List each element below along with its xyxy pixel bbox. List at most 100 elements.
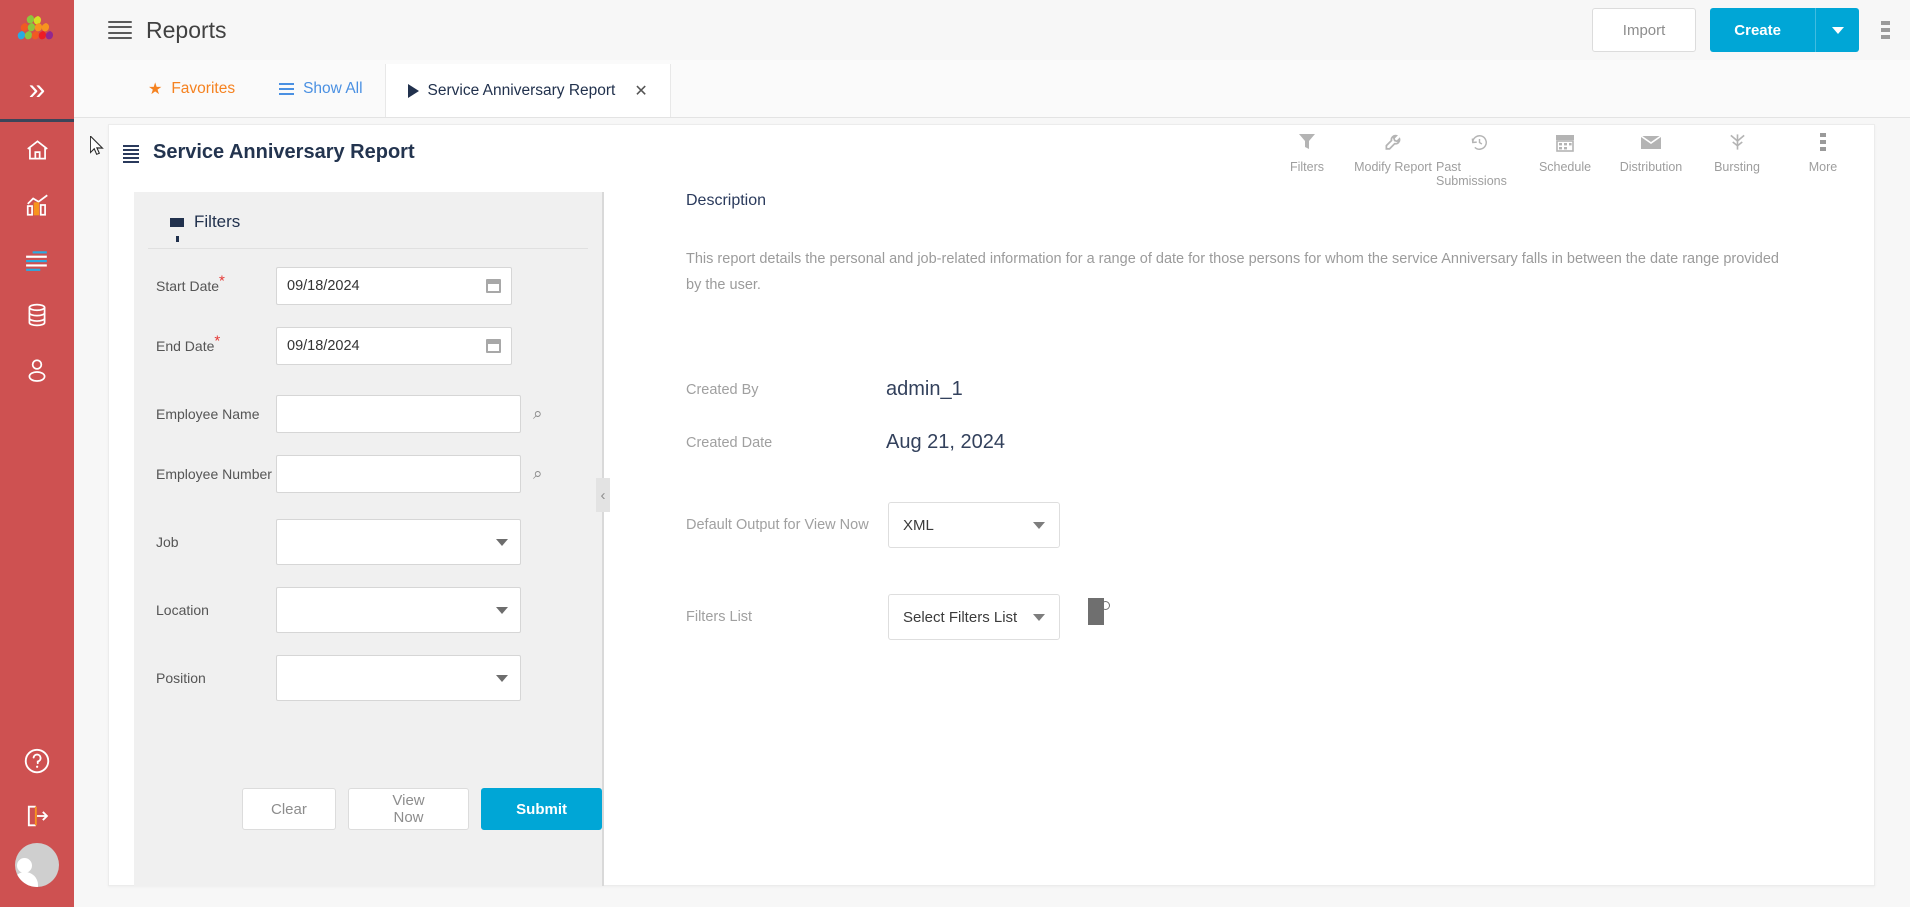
sidebar-item-home[interactable] xyxy=(0,122,74,177)
report-detail-pane: Description This report details the pers… xyxy=(686,192,1870,640)
calendar-icon xyxy=(1556,131,1574,153)
created-date-value: Aug 21, 2024 xyxy=(886,431,1005,454)
default-output-label: Default Output for View Now xyxy=(686,517,888,533)
sidebar-item-logout[interactable] xyxy=(0,788,74,843)
toolbar-schedule[interactable]: Schedule xyxy=(1522,131,1608,188)
home-icon xyxy=(24,137,51,163)
report-title: Service Anniversary Report xyxy=(153,141,415,164)
play-icon xyxy=(408,84,419,98)
default-output-value: XML xyxy=(903,517,934,534)
tab-show-all-label: Show All xyxy=(303,80,362,98)
search-icon[interactable]: ⌕ xyxy=(533,464,543,484)
filter-label-text: Start Date xyxy=(156,278,219,294)
sidebar-item-lists[interactable] xyxy=(0,232,74,287)
hamburger-icon[interactable] xyxy=(108,21,132,39)
filters-collapse-handle[interactable]: ‹ xyxy=(596,478,610,512)
filter-control-employee-number: ⌕ xyxy=(276,455,543,493)
toolbar-bursting-label: Bursting xyxy=(1714,160,1760,174)
filters-list-value: Select Filters List xyxy=(903,609,1017,626)
avatar-head xyxy=(17,858,32,873)
add-filter-icon[interactable] xyxy=(1088,608,1104,626)
toolbar-distribution-label: Distribution xyxy=(1620,160,1683,174)
tab-show-all[interactable]: Show All xyxy=(257,60,384,117)
clear-button[interactable]: Clear xyxy=(242,788,336,830)
filter-label-employee-number: Employee Number xyxy=(156,466,276,483)
create-button[interactable]: Create xyxy=(1710,8,1815,52)
chevron-down-icon xyxy=(496,539,508,546)
sidebar-item-help[interactable] xyxy=(0,733,74,788)
import-button[interactable]: Import xyxy=(1592,8,1697,52)
filters-list-label: Filters List xyxy=(686,609,888,625)
job-select[interactable] xyxy=(276,519,521,565)
toolbar-modify-report[interactable]: Modify Report xyxy=(1350,131,1436,188)
search-icon[interactable]: ⌕ xyxy=(533,404,543,424)
user-icon xyxy=(24,357,50,383)
chevron-down-icon xyxy=(496,607,508,614)
sidebar-item-people[interactable] xyxy=(0,342,74,397)
chevron-down-icon xyxy=(1832,27,1844,34)
employee-name-input[interactable] xyxy=(276,395,521,433)
default-output-select[interactable]: XML xyxy=(888,502,1060,548)
bar-chart-icon xyxy=(24,192,51,218)
close-icon[interactable]: ✕ xyxy=(634,81,647,101)
filters-panel-title: Filters xyxy=(148,192,588,249)
toolbar-modify-report-label: Modify Report xyxy=(1354,160,1432,174)
top-bar: Reports Import Create xyxy=(74,0,1910,60)
kebab-dot xyxy=(1881,28,1890,32)
avatar-body xyxy=(15,872,38,887)
filter-label-job: Job xyxy=(156,534,276,551)
start-date-input[interactable] xyxy=(276,267,476,305)
page-title: Reports xyxy=(146,17,227,44)
filter-label-end-date: End Date* xyxy=(156,338,276,355)
kebab-dot xyxy=(1881,35,1890,39)
created-date-row: Created Date Aug 21, 2024 xyxy=(686,431,1870,454)
create-dropdown-button[interactable] xyxy=(1815,8,1859,52)
calendar-icon xyxy=(486,279,501,293)
employee-number-input[interactable] xyxy=(276,455,521,493)
toolbar-distribution[interactable]: Distribution xyxy=(1608,131,1694,188)
required-asterisk: * xyxy=(214,332,220,349)
filter-control-end-date xyxy=(276,327,512,365)
create-button-group: Create xyxy=(1710,8,1859,52)
toolbar-bursting[interactable]: Bursting xyxy=(1694,131,1780,188)
history-clock-icon xyxy=(1470,131,1489,153)
user-avatar[interactable] xyxy=(15,843,59,887)
report-card-header: Service Anniversary Report Filters Modif… xyxy=(109,125,1874,164)
filter-label-employee-name: Employee Name xyxy=(156,406,276,423)
tab-service-anniversary-report[interactable]: Service Anniversary Report ✕ xyxy=(385,64,671,117)
view-now-button[interactable]: View Now xyxy=(348,788,469,830)
tab-strip: ★ Favorites Show All Service Anniversary… xyxy=(74,60,1910,118)
start-date-calendar-button[interactable] xyxy=(476,267,512,305)
location-select[interactable] xyxy=(276,587,521,633)
rail-expand-button[interactable]: » xyxy=(0,60,74,122)
filter-row-job: Job xyxy=(134,519,602,565)
toolbar-schedule-label: Schedule xyxy=(1539,160,1591,174)
burst-icon xyxy=(1728,131,1747,153)
toolbar-past-submissions[interactable]: Past Submissions xyxy=(1436,131,1522,188)
tab-favorites-label: Favorites xyxy=(171,80,235,98)
filter-row-start-date: Start Date* xyxy=(134,267,602,305)
toolbar-more[interactable]: More xyxy=(1780,131,1866,188)
chevron-down-icon xyxy=(496,675,508,682)
toolbar-filters[interactable]: Filters xyxy=(1264,131,1350,188)
filter-row-position: Position xyxy=(134,655,602,701)
position-select[interactable] xyxy=(276,655,521,701)
end-date-calendar-button[interactable] xyxy=(476,327,512,365)
top-bar-more-button[interactable] xyxy=(1881,21,1890,39)
funnel-icon xyxy=(170,218,184,227)
sidebar-item-analytics[interactable] xyxy=(0,177,74,232)
filter-label-start-date: Start Date* xyxy=(156,278,276,295)
created-date-label: Created Date xyxy=(686,435,886,451)
tab-favorites[interactable]: ★ Favorites xyxy=(126,60,257,117)
required-asterisk: * xyxy=(219,272,225,289)
filter-control-employee-name: ⌕ xyxy=(276,395,543,433)
submit-button[interactable]: Submit xyxy=(481,788,602,830)
end-date-input[interactable] xyxy=(276,327,476,365)
chevron-down-icon xyxy=(1033,614,1045,621)
filters-list-select[interactable]: Select Filters List xyxy=(888,594,1060,640)
filter-label-position: Position xyxy=(156,670,276,687)
sidebar-item-data[interactable] xyxy=(0,287,74,342)
app-logo[interactable] xyxy=(0,0,74,60)
filter-row-location: Location xyxy=(134,587,602,633)
filter-label-text: End Date xyxy=(156,338,214,354)
